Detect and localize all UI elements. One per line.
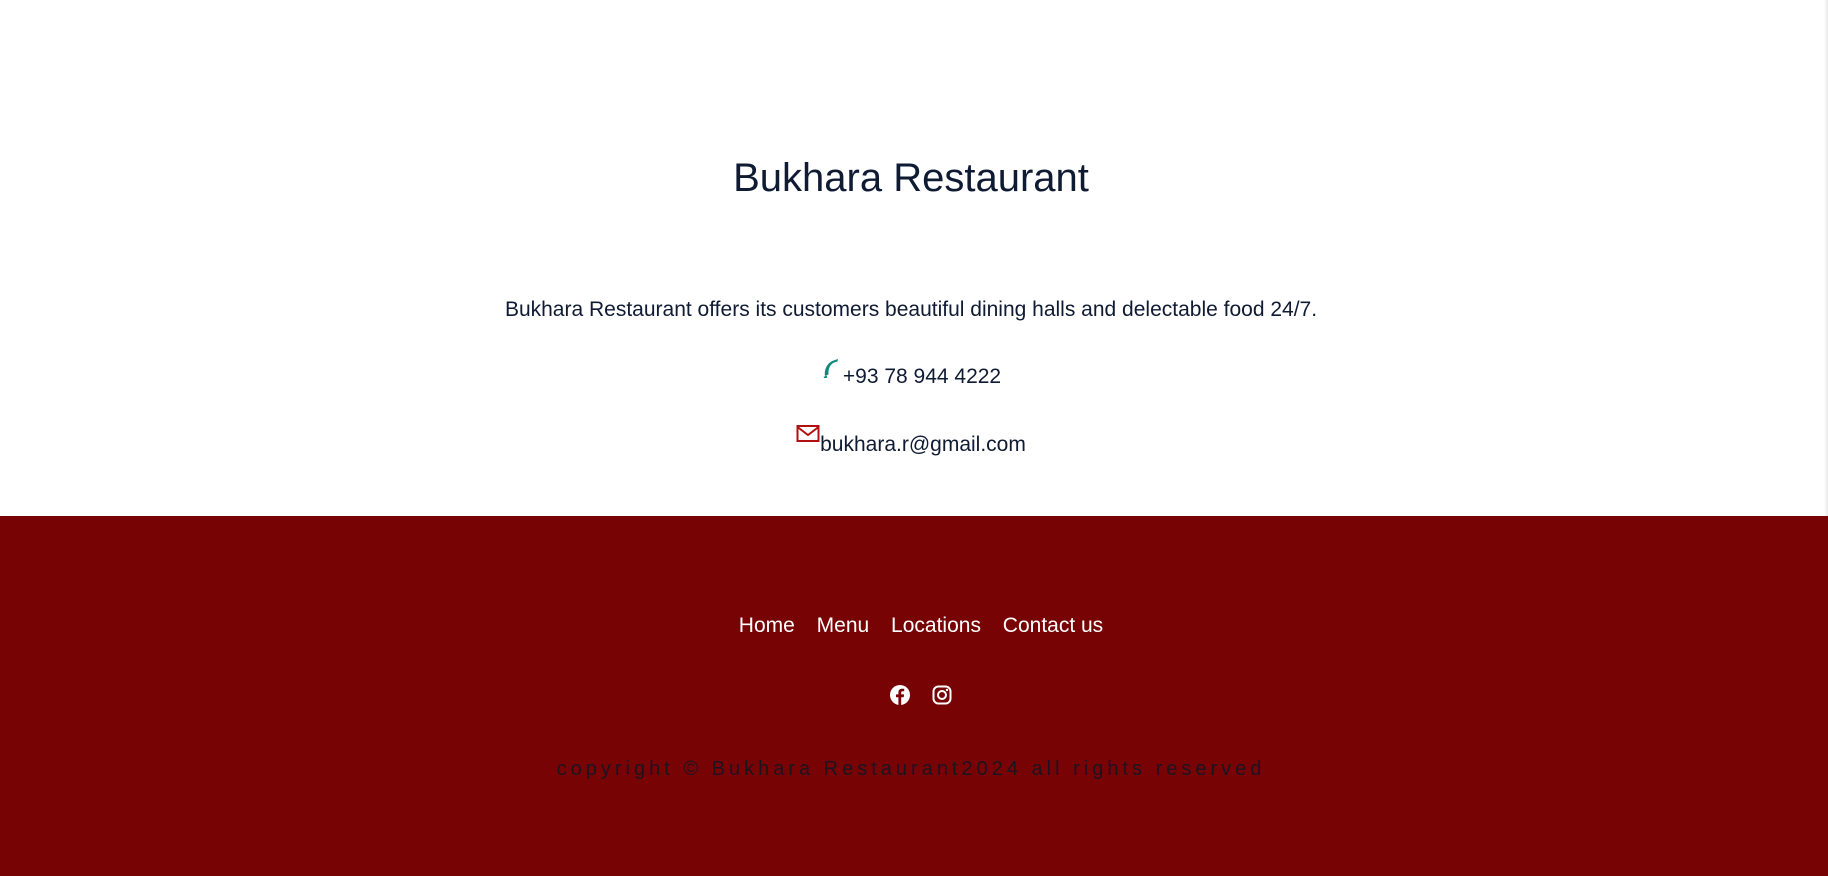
footer-nav: Home Menu Locations Contact us (0, 613, 1828, 639)
restaurant-description: Bukhara Restaurant offers its customers … (504, 298, 1318, 321)
mail-icon (796, 424, 820, 451)
copyright-text: copyright © Bukhara Restaurant2024 all r… (556, 758, 1266, 780)
phone-number[interactable]: +93 78 944 4222 (843, 364, 1001, 390)
email-row: bukhara.r@gmail.com (0, 425, 1822, 459)
footer-link-menu[interactable]: Menu (817, 614, 870, 637)
footer: Home Menu Locations Contact us copyright… (0, 516, 1828, 876)
social-links (0, 684, 1828, 708)
footer-link-contact[interactable]: Contact us (1003, 614, 1103, 637)
scrollbar-edge (1824, 0, 1828, 516)
footer-link-home[interactable]: Home (739, 614, 795, 637)
page: Bukhara Restaurant Bukhara Restaurant of… (0, 0, 1828, 876)
instagram-icon[interactable] (931, 684, 953, 706)
phone-row: +93 78 944 4222 (0, 359, 1822, 393)
contact-section: Bukhara Restaurant Bukhara Restaurant of… (0, 0, 1828, 516)
page-title: Bukhara Restaurant (733, 156, 1089, 200)
footer-link-locations[interactable]: Locations (891, 614, 981, 637)
facebook-icon[interactable] (889, 684, 911, 706)
phone-icon (821, 356, 843, 385)
email-address[interactable]: bukhara.r@gmail.com (820, 432, 1026, 458)
